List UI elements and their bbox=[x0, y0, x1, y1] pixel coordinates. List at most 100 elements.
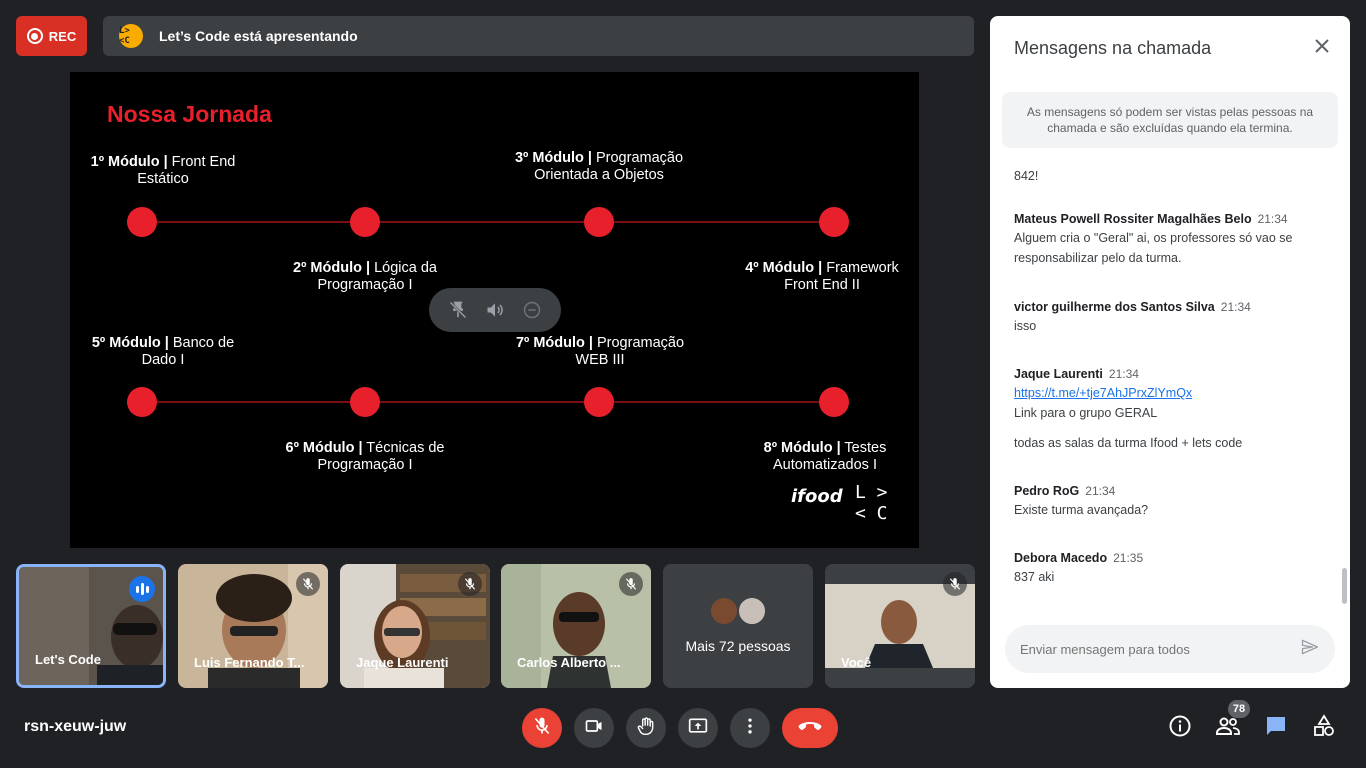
module-1-label: 1º Módulo | Front End Estático bbox=[90, 154, 236, 187]
chat-message: Pedro RoG 21:34 Existe turma avançada? bbox=[1014, 484, 1324, 520]
message-author: Jaque Laurenti bbox=[1014, 367, 1103, 381]
close-icon bbox=[1314, 38, 1330, 59]
mic-off-icon bbox=[532, 716, 552, 741]
microphone-button[interactable] bbox=[522, 708, 562, 748]
activities-icon bbox=[1312, 713, 1336, 743]
participant-name: Você bbox=[841, 655, 872, 670]
chat-message: Debora Macedo 21:35 837 aki bbox=[1014, 551, 1324, 587]
remove-icon[interactable] bbox=[520, 298, 544, 322]
mic-off-icon bbox=[943, 572, 967, 596]
ifood-logo: ifood bbox=[791, 486, 843, 507]
message-author: Pedro RoG bbox=[1014, 484, 1080, 498]
participant-name: Jaque Laurenti bbox=[356, 655, 449, 670]
present-button[interactable] bbox=[678, 708, 718, 748]
timeline-dot-1 bbox=[127, 207, 157, 237]
message-text: todas as salas da turma Ifood + lets cod… bbox=[1014, 436, 1243, 450]
mic-off-icon bbox=[458, 572, 482, 596]
chat-icon bbox=[1264, 714, 1288, 743]
rec-label: REC bbox=[48, 28, 77, 44]
pin-off-icon[interactable] bbox=[446, 298, 470, 322]
timeline-dot-4 bbox=[819, 207, 849, 237]
chat-message-input[interactable] bbox=[1005, 625, 1335, 673]
hang-up-icon bbox=[797, 719, 823, 738]
message-link[interactable]: https://t.me/+tje7AhJPrxZlYmQx bbox=[1014, 383, 1324, 403]
chat-scrollbar[interactable] bbox=[1342, 568, 1347, 604]
timeline-dot-8 bbox=[819, 387, 849, 417]
raise-hand-button[interactable] bbox=[626, 708, 666, 748]
record-icon bbox=[26, 28, 43, 44]
chat-message: Mateus Powell Rossiter Magalhães Belo 21:… bbox=[1014, 212, 1324, 268]
letscode-logo: L> <C bbox=[119, 24, 143, 48]
chat-button[interactable] bbox=[1260, 712, 1292, 744]
module-4-label: 4º Módulo | Framework Front End II bbox=[745, 260, 899, 293]
participant-name: Let's Code bbox=[35, 652, 101, 667]
timeline-dot-2 bbox=[350, 207, 380, 237]
message-time: 21:34 bbox=[1257, 212, 1288, 226]
raise-hand-icon bbox=[636, 716, 656, 741]
send-message-button[interactable] bbox=[1298, 637, 1322, 661]
message-text: isso bbox=[1014, 319, 1037, 333]
participant-tile-letscode[interactable]: Let's Code bbox=[16, 564, 166, 688]
participant-name: Luis Fernando T... bbox=[194, 655, 305, 670]
message-text: responsabilizar pelo da turma. bbox=[1014, 251, 1182, 265]
message-author: victor guilherme dos Santos Silva bbox=[1014, 300, 1215, 314]
participant-name: Carlos Alberto ... bbox=[517, 655, 621, 670]
slide-controls bbox=[429, 288, 561, 332]
more-icon bbox=[740, 716, 760, 741]
people-count-badge: 78 bbox=[1228, 700, 1250, 718]
letscode-slide-logo: L > < C bbox=[855, 482, 888, 524]
meeting-info-button[interactable] bbox=[1164, 712, 1196, 744]
timeline-dot-7 bbox=[584, 387, 614, 417]
avatar bbox=[709, 596, 739, 626]
message-author: Debora Macedo bbox=[1014, 551, 1108, 565]
chat-message: victor guilherme dos Santos Silva 21:34 i… bbox=[1014, 300, 1324, 336]
participant-tile-self[interactable]: Você bbox=[825, 564, 975, 688]
more-participants-label: Mais 72 pessoas bbox=[685, 638, 791, 654]
avatar bbox=[737, 596, 767, 626]
close-chat-button[interactable] bbox=[1310, 36, 1334, 60]
message-time: 21:34 bbox=[1108, 367, 1139, 381]
participant-tile-jaque[interactable]: Jaque Laurenti bbox=[340, 564, 490, 688]
chat-privacy-notice: As mensagens só podem ser vistas pelas p… bbox=[1002, 92, 1338, 148]
message-time: 21:34 bbox=[1085, 484, 1116, 498]
camera-icon bbox=[584, 716, 604, 741]
module-8-label: 8º Módulo | Testes Automatizados I bbox=[763, 440, 887, 473]
more-participants-tile[interactable]: Mais 72 pessoas bbox=[663, 564, 813, 688]
leave-call-button[interactable] bbox=[782, 708, 838, 748]
activities-button[interactable] bbox=[1308, 712, 1340, 744]
message-time: 21:34 bbox=[1220, 300, 1251, 314]
presenting-banner: L> <C Let’s Code está apresentando bbox=[103, 16, 974, 56]
info-icon bbox=[1168, 714, 1192, 743]
message-text: Alguem cria o "Geral" ai, os professores… bbox=[1014, 231, 1293, 245]
chat-panel: Mensagens na chamada As mensagens só pod… bbox=[990, 16, 1350, 688]
recording-indicator[interactable]: REC bbox=[16, 16, 87, 56]
meeting-code: rsn-xeuw-juw bbox=[24, 718, 127, 735]
volume-icon[interactable] bbox=[483, 298, 507, 322]
participant-tile-carlos[interactable]: Carlos Alberto ... bbox=[501, 564, 651, 688]
message-author: Mateus Powell Rossiter Magalhães Belo bbox=[1014, 212, 1252, 226]
module-6-label: 6º Módulo | Técnicas de Programação I bbox=[285, 440, 445, 473]
presenting-text: Let’s Code está apresentando bbox=[159, 28, 358, 44]
chat-panel-title: Mensagens na chamada bbox=[1014, 38, 1212, 58]
message-text: Existe turma avançada? bbox=[1014, 503, 1149, 517]
module-7-label: 7º Módulo | Programação WEB III bbox=[515, 335, 685, 368]
timeline-dot-5 bbox=[127, 387, 157, 417]
module-5-label: 5º Módulo | Banco de Dado I bbox=[91, 335, 235, 368]
module-3-label: 3º Módulo | Programação Orientada a Obje… bbox=[514, 150, 684, 183]
chat-message: 842! bbox=[1014, 164, 1324, 186]
chat-message-list[interactable]: 842! Mateus Powell Rossiter Magalhães Be… bbox=[990, 152, 1340, 614]
speaking-icon bbox=[129, 576, 155, 602]
timeline-dot-6 bbox=[350, 387, 380, 417]
send-icon bbox=[1300, 637, 1320, 662]
more-options-button[interactable] bbox=[730, 708, 770, 748]
chat-message: Jaque Laurenti 21:34 https://t.me/+tje7Ah… bbox=[1014, 367, 1324, 453]
mic-off-icon bbox=[619, 572, 643, 596]
presentation-slide: Nossa Jornada 1º Módulo | Front End Está… bbox=[70, 72, 919, 548]
timeline-dot-3 bbox=[584, 207, 614, 237]
message-time: 21:35 bbox=[1113, 551, 1144, 565]
message-text: 837 aki bbox=[1014, 570, 1055, 584]
present-icon bbox=[688, 716, 708, 741]
message-text: Link para o grupo GERAL bbox=[1014, 406, 1158, 420]
camera-button[interactable] bbox=[574, 708, 614, 748]
participant-tile-luis[interactable]: Luis Fernando T... bbox=[178, 564, 328, 688]
